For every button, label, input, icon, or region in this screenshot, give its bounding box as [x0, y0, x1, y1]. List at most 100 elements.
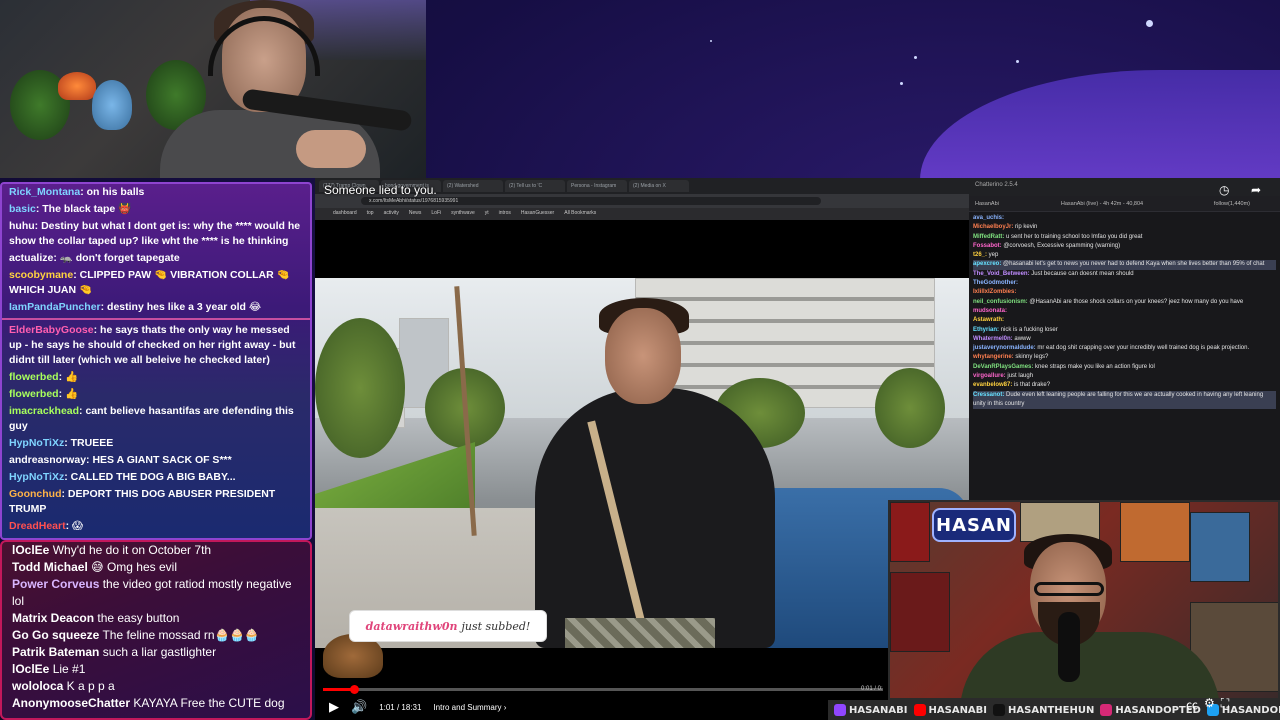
chat-username[interactable]: Cressanot:	[973, 392, 1004, 398]
browser-tab[interactable]: (2) Tell us to 'C	[505, 180, 565, 192]
chat-username[interactable]: The_Void_Between:	[973, 271, 1030, 277]
chat-username[interactable]: virgoallure:	[973, 373, 1006, 379]
chat-text: : HES A GIANT SACK OF S***	[86, 454, 232, 466]
chat-username[interactable]: IamPandaPuncher	[9, 301, 101, 313]
bookmark-item[interactable]: intros	[499, 210, 511, 218]
chat-username[interactable]: Matrix Deacon	[12, 611, 94, 625]
chat-text: : The black tape 👹	[35, 203, 132, 215]
chat-username[interactable]: t26_:	[973, 252, 987, 258]
alert-text: just subbed!	[461, 619, 531, 633]
chat-message: mudsonata:	[973, 307, 1276, 316]
chat-username[interactable]: MichaelboyJr:	[973, 224, 1013, 230]
time-display: 1:01 / 18:31	[379, 702, 422, 712]
social-link-twitch[interactable]: HASANABI	[834, 704, 908, 716]
chat-text: : 👍	[58, 388, 79, 400]
bookmark-item[interactable]: activity	[384, 210, 399, 218]
chapter-title[interactable]: Intro and Summary ›	[433, 703, 506, 712]
chat-message: TheGodmother:	[973, 279, 1276, 288]
chat-message: Fossabot: @corvoesh, Excessive spamming …	[973, 242, 1276, 251]
chat-username[interactable]: neil_confusionism:	[973, 299, 1028, 305]
bookmark-item[interactable]: synthwave	[451, 210, 475, 218]
youtube-icon	[913, 704, 926, 716]
bookmark-item[interactable]: All Bookmarks	[564, 210, 596, 218]
chat-username[interactable]: ava_uchis:	[973, 215, 1004, 221]
social-link-tiktok[interactable]: HASANTHEHUN	[993, 704, 1094, 716]
captions-icon[interactable]: ㏄	[1186, 696, 1198, 713]
chat-text: : 🦡 don't forget tapegate	[53, 252, 180, 264]
bookmark-item[interactable]: yt	[485, 210, 489, 218]
chat-username[interactable]: Goonchud	[9, 488, 62, 500]
live-status: HasanAbi (live) - 4h 42m - 40,804	[1060, 200, 1144, 207]
browser-tab[interactable]: (2) Media on X	[629, 180, 689, 192]
chat-username[interactable]: Patrik Bateman	[12, 645, 99, 659]
chat-username[interactable]: flowerbed	[9, 371, 59, 383]
chat-username[interactable]: apexcreo:	[973, 261, 1001, 267]
channel-tab[interactable]: HasanAbi	[975, 201, 999, 207]
volume-icon[interactable]: 🔊	[351, 699, 367, 715]
subscriber-alert: datawraithw0n just subbed!	[349, 610, 547, 642]
chat-username[interactable]: Rick_Montana	[9, 186, 80, 198]
chat-username[interactable]: lOclEe	[12, 662, 49, 676]
chat-username[interactable]: DreadHeart	[9, 520, 66, 532]
tiktok-icon	[993, 704, 1006, 716]
fullscreen-icon[interactable]: ⛶	[1221, 696, 1229, 713]
chat-username[interactable]: flowerbed	[9, 388, 59, 400]
star	[914, 56, 917, 59]
tree	[315, 318, 405, 458]
video-frame[interactable]	[315, 278, 969, 648]
bookmark-item[interactable]: top	[367, 210, 374, 218]
browser-tab[interactable]: Persona - Instagram	[567, 180, 627, 192]
chat-username[interactable]: Go Go squeeze	[12, 628, 99, 642]
clock-icon[interactable]: ◷	[1219, 183, 1229, 197]
chat-username[interactable]: Whatermel0n:	[973, 336, 1013, 342]
chat-username[interactable]: wololoca	[12, 679, 63, 693]
chat-username[interactable]: huhu	[9, 220, 35, 232]
chat-username[interactable]: HypNoTiXz	[9, 471, 64, 483]
chat-username[interactable]: Fossabot:	[973, 243, 1002, 249]
share-icon[interactable]: ➦	[1251, 183, 1261, 197]
chatterino-titlebar: Chatterino 2.5.4 ◷ ➦	[969, 178, 1280, 197]
chat-username[interactable]: AnonymooseChatter	[12, 696, 130, 710]
chat-username[interactable]: Astawrath:	[973, 317, 1004, 323]
chat-username[interactable]: actualize	[9, 252, 53, 264]
chat-username[interactable]: basic	[9, 203, 36, 215]
chat-username[interactable]: HypNoTiXz	[9, 437, 64, 449]
chat-username[interactable]: andreasnorway	[9, 454, 86, 466]
settings-icon[interactable]: ⚙	[1204, 696, 1215, 713]
bookmark-item[interactable]: dashboard	[333, 210, 357, 218]
chat-username[interactable]: Ethyrian:	[973, 327, 999, 333]
progress-knob[interactable]	[349, 685, 359, 694]
browser-tab[interactable]: (2) Watershed	[443, 180, 503, 192]
chat-username[interactable]: IxIillxIZombies:	[973, 289, 1016, 295]
chat-username[interactable]: lOclEe	[12, 543, 49, 557]
chat-text: such a liar gastlighter	[99, 645, 217, 659]
bookmark-item[interactable]: HasanGuesser	[521, 210, 554, 218]
chat-username[interactable]: scoobymane	[9, 269, 73, 281]
chat-username[interactable]: justaverynormaldude:	[973, 345, 1036, 351]
url-field[interactable]: x.com/ItsMeAbhi/status/1976815935991	[361, 197, 821, 205]
chat-username[interactable]: TheGodmother:	[973, 280, 1018, 286]
chat-username[interactable]: MiffedRatt:	[973, 234, 1004, 240]
video-progress-bar[interactable]	[323, 685, 883, 694]
chat-message: Whatermel0n: awww	[973, 335, 1276, 344]
player-corner-icons: ㏄ ⚙ ⛶	[1186, 696, 1229, 713]
social-link-youtube[interactable]: HASANABI	[913, 704, 987, 716]
chat-username[interactable]: evanbelow87:	[973, 382, 1012, 388]
chat-username[interactable]: whytangerine:	[973, 354, 1014, 360]
chat-message: IxIillxIZombies:	[973, 288, 1276, 297]
play-icon[interactable]: ▶	[329, 699, 339, 715]
chat-text: Lie #1	[49, 662, 86, 676]
chat-message: huhu: Destiny but what I dont get is: wh…	[2, 218, 310, 250]
chat-text: : TRUEEE	[64, 437, 114, 449]
chat-message: DeVanRPlaysGames: knee straps make you l…	[973, 363, 1276, 372]
chat-username[interactable]: imacrackhead	[9, 405, 79, 417]
bookmark-item[interactable]: News	[409, 210, 422, 218]
chat-message: virgoallure: just laugh	[973, 372, 1276, 381]
chat-username[interactable]: mudsonata:	[973, 308, 1007, 314]
chat-username[interactable]: Power Corveus	[12, 577, 99, 591]
chat-username[interactable]: DeVanRPlaysGames:	[973, 364, 1033, 370]
chat-username[interactable]: ElderBabyGoose	[9, 324, 94, 336]
bookmark-item[interactable]: LoFi	[431, 210, 441, 218]
chat-message-list[interactable]: ava_uchis: MichaelboyJr: rip kevin Miffed…	[969, 212, 1280, 411]
chat-username[interactable]: Todd Michael	[12, 560, 88, 574]
